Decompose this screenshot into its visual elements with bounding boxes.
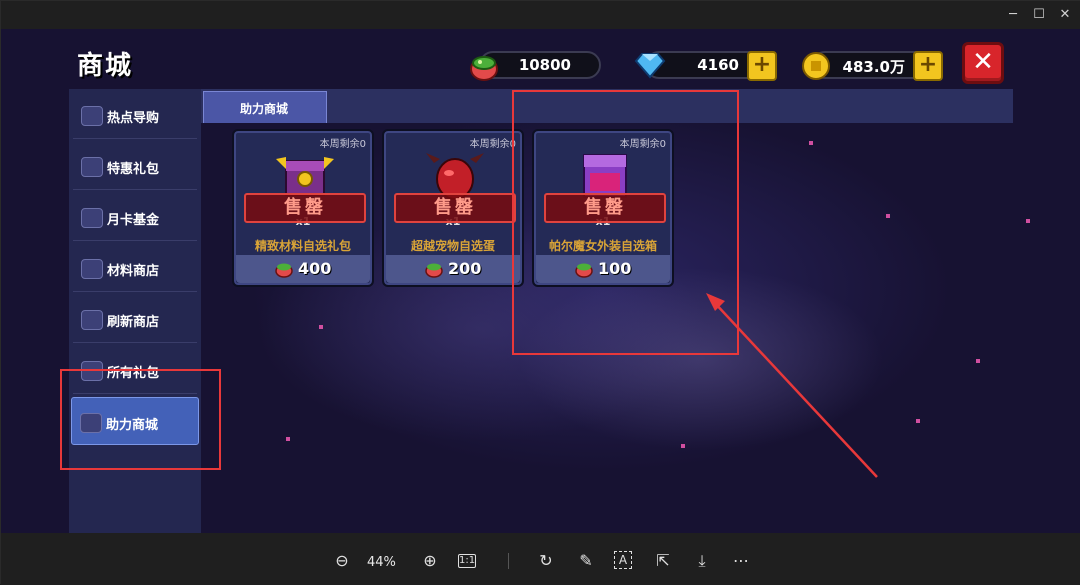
text-select-icon[interactable]: A (614, 551, 632, 569)
zoom-in-icon[interactable]: ⊕ (420, 551, 440, 571)
minimize-button[interactable]: ─ (1003, 5, 1023, 25)
actual-size-icon[interactable]: 1:1 (458, 554, 476, 568)
edit-pencil-icon[interactable]: ✎ (576, 551, 596, 571)
image-viewer-toolbar: ⊖ 44% ⊕ 1:1 ↻ ✎ A ⇱ ⤓ ⋯ (1, 533, 1080, 585)
download-icon[interactable]: ⤓ (692, 551, 712, 571)
zoom-out-icon[interactable]: ⊖ (332, 551, 352, 571)
more-options-icon[interactable]: ⋯ (731, 551, 751, 571)
share-icon[interactable]: ⇱ (653, 551, 673, 571)
annotation-arrow (706, 293, 878, 478)
title-bar: ─ ☐ ✕ (1, 1, 1080, 29)
zoom-level: 44% (367, 555, 396, 570)
window-close-button[interactable]: ✕ (1055, 5, 1075, 25)
image-viewer-window: ─ ☐ ✕ 商城 10800 4160 + 483.0万 + ✕ 热点导购 特惠… (0, 0, 1080, 585)
rotate-icon[interactable]: ↻ (536, 551, 556, 571)
game-shop-screen: 商城 10800 4160 + 483.0万 + ✕ 热点导购 特惠礼包 月卡基… (1, 29, 1080, 533)
toolbar-divider (508, 553, 509, 569)
maximize-button[interactable]: ☐ (1029, 5, 1049, 25)
